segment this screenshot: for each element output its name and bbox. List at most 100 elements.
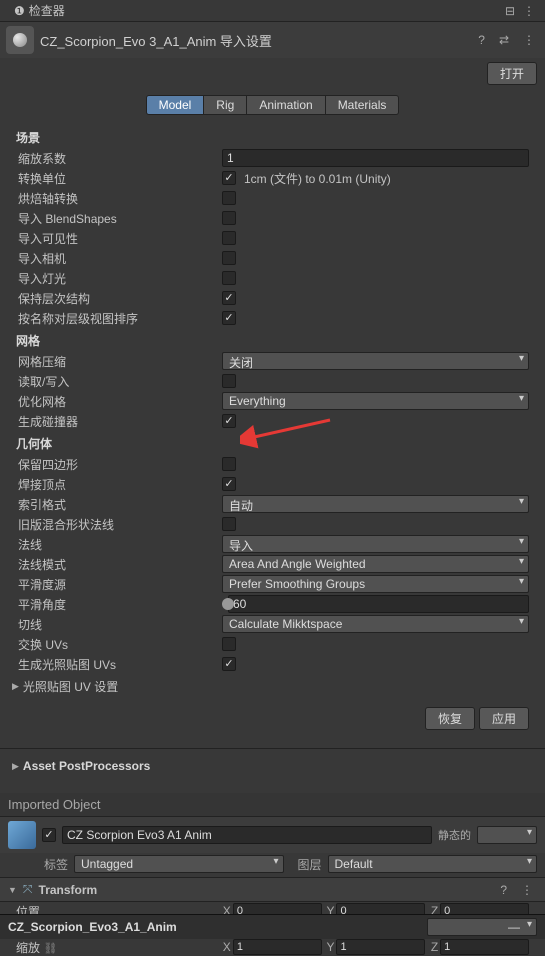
mesh-compression-label: 网格压缩 [16,353,222,370]
apply-button[interactable]: 应用 [479,707,529,730]
layer-label: 图层 [298,856,322,873]
revert-button[interactable]: 恢复 [425,707,475,730]
legacy-blend-checkbox[interactable] [222,517,236,531]
tangents-label: 切线 [16,616,222,633]
imported-object-header: Imported Object [0,793,545,817]
postprocessors-foldout[interactable]: ▶ Asset PostProcessors [0,755,545,777]
importer-tabs: Model Rig Animation Materials [0,95,545,115]
normals-mode-dropdown[interactable]: Area And Angle Weighted [222,555,529,573]
inspector-icon: ❶ [14,4,25,18]
generate-lightmap-uvs-label: 生成光照贴图 UVs [16,656,222,673]
component-menu-icon[interactable]: ⋮ [517,883,537,897]
generate-lightmap-uvs-checkbox[interactable] [222,657,236,671]
geometry-section-header: 几何体 [16,431,529,454]
keep-quads-label: 保留四边形 [16,456,222,473]
scale-label: 缩放 ⛓ [16,939,222,956]
read-write-checkbox[interactable] [222,374,236,388]
import-cameras-checkbox[interactable] [222,251,236,265]
normals-dropdown[interactable]: 导入 [222,535,529,553]
link-icon[interactable]: ⛓ [43,943,57,955]
convert-units-info: 1cm (文件) to 0.01m (Unity) [244,170,391,187]
swap-uvs-checkbox[interactable] [222,637,236,651]
prefab-icon [8,821,36,849]
gameobject-name-input[interactable] [62,826,432,844]
asset-name: CZ_Scorpion_Evo 3_A1_Anim 导入设置 [40,31,468,50]
mesh-compression-dropdown[interactable]: 关闭 [222,352,529,370]
smoothing-angle-label: 平滑角度 [16,596,222,613]
optimize-mesh-dropdown[interactable]: Everything [222,392,529,410]
convert-units-label: 转换单位 [16,170,222,187]
tangents-dropdown[interactable]: Calculate Mikktspace [222,615,529,633]
transform-label: Transform [39,883,491,897]
preset-icon[interactable]: ⇄ [495,33,513,47]
tab-model[interactable]: Model [146,95,205,115]
import-cameras-label: 导入相机 [16,250,222,267]
normals-mode-label: 法线模式 [16,556,222,573]
asset-header: CZ_Scorpion_Evo 3_A1_Anim 导入设置 ? ⇄ ⋮ [0,22,545,58]
gameobject-enabled-checkbox[interactable] [42,828,56,842]
index-format-label: 索引格式 [16,496,222,513]
bake-axis-label: 烘焙轴转换 [16,190,222,207]
scene-section-header: 场景 [16,125,529,148]
convert-units-checkbox[interactable] [222,171,236,185]
preview-bar: CZ_Scorpion_Evo3_A1_Anim — [0,914,545,939]
axis-y-label: Y [326,940,335,954]
inspector-tab[interactable]: ❶ 检查器 [6,0,73,21]
weld-vertices-label: 焊接顶点 [16,476,222,493]
lightmap-uv-foldout[interactable]: ▶ 光照贴图 UV 设置 [0,674,545,699]
import-blendshapes-label: 导入 BlendShapes [16,210,222,227]
help-icon[interactable]: ? [474,33,489,47]
inspector-titlebar: ❶ 检查器 ⊟ ⋮ [0,0,545,22]
bake-axis-checkbox[interactable] [222,191,236,205]
layer-dropdown[interactable]: Default [328,855,537,873]
context-menu-icon[interactable]: ⋮ [519,4,539,18]
tab-animation[interactable]: Animation [247,95,325,115]
open-button[interactable]: 打开 [487,62,537,85]
tab-materials[interactable]: Materials [326,95,400,115]
sort-by-name-label: 按名称对层级视图排序 [16,310,222,327]
preserve-hierarchy-checkbox[interactable] [222,291,236,305]
asset-type-icon [6,26,34,54]
keep-quads-checkbox[interactable] [222,457,236,471]
smoothing-source-label: 平滑度源 [16,576,222,593]
import-lights-label: 导入灯光 [16,270,222,287]
generate-colliders-checkbox[interactable] [222,414,236,428]
swap-uvs-label: 交换 UVs [16,636,222,653]
preview-asset-name: CZ_Scorpion_Evo3_A1_Anim [8,920,177,934]
preserve-hierarchy-label: 保持层次结构 [16,290,222,307]
import-visibility-checkbox[interactable] [222,231,236,245]
transform-component-header[interactable]: ▼ ⤧ Transform ? ⋮ [0,877,545,902]
smoothing-source-dropdown[interactable]: Prefer Smoothing Groups [222,575,529,593]
help-icon[interactable]: ? [496,883,511,897]
triangle-down-icon: ▼ [8,885,17,895]
import-visibility-label: 导入可见性 [16,230,222,247]
static-dropdown[interactable] [477,826,537,844]
smoothing-angle-input[interactable] [228,595,529,613]
optimize-mesh-label: 优化网格 [16,393,222,410]
import-blendshapes-checkbox[interactable] [222,211,236,225]
scale-factor-label: 缩放系数 [16,150,222,167]
lock-icon[interactable]: ⊟ [501,4,519,18]
lightmap-foldout-label: 光照贴图 UV 设置 [23,678,118,695]
index-format-dropdown[interactable]: 自动 [222,495,529,513]
import-lights-checkbox[interactable] [222,271,236,285]
normals-label: 法线 [16,536,222,553]
generate-colliders-label: 生成碰撞器 [16,413,222,430]
sort-by-name-checkbox[interactable] [222,311,236,325]
tag-dropdown[interactable]: Untagged [74,855,283,873]
header-menu-icon[interactable]: ⋮ [519,33,539,47]
read-write-label: 读取/写入 [16,373,222,390]
tab-rig[interactable]: Rig [204,95,247,115]
scale-x-input[interactable] [233,939,322,955]
weld-vertices-checkbox[interactable] [222,477,236,491]
scale-factor-input[interactable] [222,149,529,167]
scale-y-input[interactable] [336,939,425,955]
scale-z-input[interactable] [440,939,529,955]
triangle-right-icon: ▶ [12,681,19,692]
gameobject-header: 静态的 [0,817,545,853]
postprocessors-label: Asset PostProcessors [23,759,150,773]
axis-x-label: X [222,940,231,954]
static-label: 静态的 [438,827,471,843]
legacy-blend-label: 旧版混合形状法线 [16,516,222,533]
preview-dropdown[interactable]: — [427,918,537,936]
